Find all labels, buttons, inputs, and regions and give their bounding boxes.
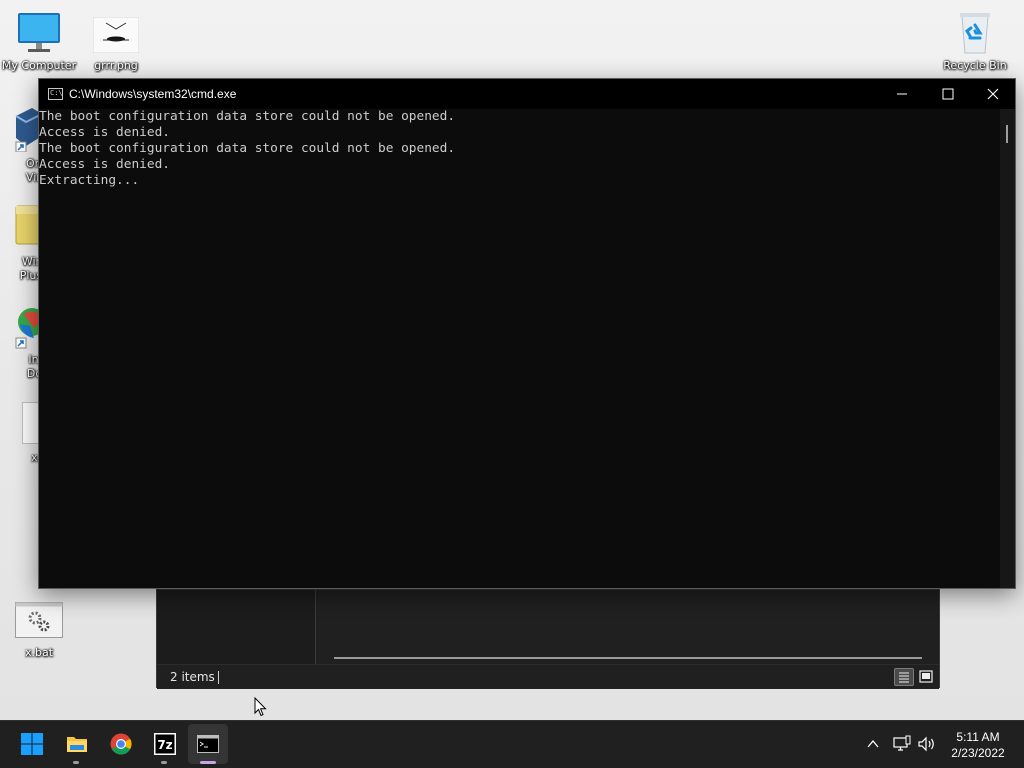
close-button[interactable]: [970, 79, 1016, 109]
clock-date: 2/23/2022: [951, 746, 1005, 760]
desktop-icon-grrr-png[interactable]: grrr.png: [77, 8, 155, 74]
vertical-scrollbar[interactable]: [1000, 109, 1015, 588]
7zip-icon: 7z: [154, 733, 176, 755]
close-icon: [987, 88, 999, 100]
scrollbar-thumb[interactable]: [1006, 125, 1008, 143]
taskbar-cmd[interactable]: [188, 724, 228, 764]
large-icons-view-button[interactable]: [916, 668, 936, 686]
7zip-icon-text: 7z: [157, 738, 172, 752]
desktop: My Computer grrr.png Recycle Bin Orac Vi…: [0, 0, 1024, 720]
desktop-icon-label: x.bat: [24, 646, 54, 659]
console-line: The boot configuration data store could …: [39, 141, 456, 156]
image-file-icon: [93, 17, 139, 53]
large-icons-view-icon: [919, 670, 933, 683]
system-clock[interactable]: 5:11 AM 2/23/2022: [940, 729, 1016, 761]
clock-time: 5:11 AM: [956, 730, 1000, 744]
desktop-icon-my-computer[interactable]: My Computer: [0, 8, 78, 74]
mouse-cursor-icon: [254, 697, 267, 717]
console-output[interactable]: The boot configuration data store could …: [39, 109, 999, 588]
console-line: The boot configuration data store could …: [39, 109, 456, 124]
cmd-window[interactable]: C:\ C:\Windows\system32\cmd.exe The boot…: [38, 78, 1016, 589]
taskbar-file-explorer[interactable]: [57, 724, 97, 764]
minimize-button[interactable]: [879, 79, 925, 109]
cmd-titlebar[interactable]: C:\ C:\Windows\system32\cmd.exe: [39, 79, 1015, 109]
console-line: Access is denied.: [39, 125, 170, 140]
minimize-icon: [897, 93, 907, 95]
recycle-bin-icon: [960, 13, 990, 54]
batch-file-icon: [15, 602, 63, 638]
console-line: Access is denied.: [39, 157, 170, 172]
running-indicator: [73, 761, 79, 764]
file-explorer-window[interactable]: 2 items: [156, 589, 940, 689]
taskbar: 7z 5:11 AM 2/23/2022: [0, 720, 1024, 768]
monitor-icon: [18, 13, 60, 52]
network-icon[interactable]: [892, 735, 912, 753]
horizontal-scrollbar[interactable]: [334, 657, 922, 659]
desktop-icon-label: Recycle Bin: [943, 59, 1007, 72]
cmd-app-icon: C:\: [48, 88, 63, 100]
desktop-icon-recycle-bin[interactable]: Recycle Bin: [936, 8, 1014, 74]
active-indicator: [200, 761, 216, 764]
maximize-button[interactable]: [925, 79, 971, 109]
chevron-up-icon[interactable]: [866, 735, 880, 753]
item-count: 2 items: [170, 670, 215, 684]
details-view-button[interactable]: [894, 668, 914, 686]
volume-icon[interactable]: [917, 735, 937, 753]
taskbar-7zip[interactable]: 7z: [145, 724, 185, 764]
maximize-icon: [942, 88, 954, 100]
console-line: Extracting...: [39, 173, 140, 188]
status-separator: [218, 671, 219, 684]
navigation-pane[interactable]: [157, 590, 316, 664]
desktop-icon-label: My Computer: [1, 59, 77, 72]
status-bar: 2 items: [157, 664, 939, 689]
folder-icon: [67, 737, 87, 752]
window-title: C:\Windows\system32\cmd.exe: [69, 87, 237, 101]
running-indicator: [161, 761, 167, 764]
terminal-icon: [197, 735, 219, 753]
start-button[interactable]: [12, 724, 52, 764]
details-view-icon: [899, 672, 909, 683]
taskbar-chrome[interactable]: [101, 724, 141, 764]
desktop-icon-label: grrr.png: [94, 59, 138, 72]
windows-logo-icon: [21, 733, 43, 755]
desktop-icon-x-bat[interactable]: x.bat: [0, 600, 78, 666]
chrome-icon: [110, 733, 132, 755]
